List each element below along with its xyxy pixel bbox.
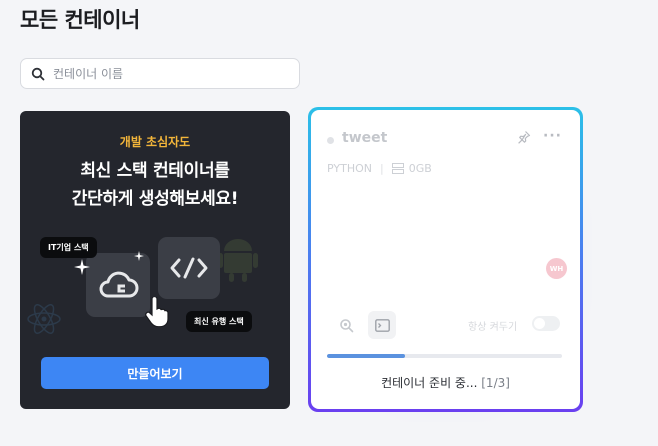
code-tile xyxy=(158,237,220,299)
meta-divider: | xyxy=(380,162,384,175)
promo-subtitle: 개발 초심자도 xyxy=(119,135,191,149)
cloud-tile xyxy=(86,253,150,317)
status-dot xyxy=(327,137,334,144)
promo-tag-it: IT기업 스택 xyxy=(40,237,97,258)
progress-bar xyxy=(327,354,562,358)
sparkle-icon xyxy=(74,259,90,275)
code-icon xyxy=(170,257,208,279)
react-logo-icon xyxy=(27,304,61,334)
container-card[interactable]: tweet ··· PYTHON | 0GB WH 항상 켜두기 컨테이너 준비… xyxy=(308,107,583,412)
keep-on-toggle[interactable] xyxy=(532,316,560,331)
keep-on-label: 항상 켜두기 xyxy=(468,322,518,333)
status-step: [1/3] xyxy=(481,376,510,390)
pointer-hand-icon xyxy=(145,297,169,327)
terminal-button[interactable] xyxy=(368,311,396,339)
more-options-icon[interactable]: ··· xyxy=(543,128,562,144)
container-meta: PYTHON | 0GB xyxy=(327,162,432,175)
status-message: 컨테이너 준비 중... xyxy=(381,376,478,390)
create-container-button[interactable]: 만들어보기 xyxy=(41,357,269,389)
progress-fill xyxy=(327,354,405,358)
terminal-icon xyxy=(374,318,390,332)
pin-icon[interactable] xyxy=(517,130,531,144)
promo-title: 최신 스택 컨테이너를 간단하게 생성해보세요! xyxy=(20,157,290,213)
storage-icon xyxy=(391,163,404,174)
search-input[interactable] xyxy=(53,66,283,81)
status-text: 컨테이너 준비 중... [1/3] xyxy=(311,374,580,391)
promo-title-line2: 간단하게 생성해보세요! xyxy=(71,189,239,209)
avatar: WH xyxy=(546,258,567,279)
page-title: 모든 컨테이너 xyxy=(20,8,140,32)
container-name: tweet xyxy=(342,130,388,146)
sparkle-small-icon xyxy=(134,251,144,261)
cloud-icon xyxy=(99,271,139,298)
promo-card: 개발 초심자도 최신 스택 컨테이너를 간단하게 생성해보세요! IT기업 스택… xyxy=(20,111,290,409)
search-icon xyxy=(31,67,45,80)
inspect-button[interactable] xyxy=(332,311,360,339)
promo-tag-trend: 최신 유행 스택 xyxy=(186,311,252,332)
search-box[interactable] xyxy=(20,58,300,89)
promo-illustration: IT기업 스택 최신 유행 스택 xyxy=(20,229,290,345)
stack-label: PYTHON xyxy=(327,162,372,175)
storage-value: 0GB xyxy=(408,162,432,175)
magnifier-icon xyxy=(339,318,353,332)
promo-title-line1: 최신 스택 컨테이너를 xyxy=(80,161,230,181)
android-logo-icon xyxy=(218,239,258,282)
